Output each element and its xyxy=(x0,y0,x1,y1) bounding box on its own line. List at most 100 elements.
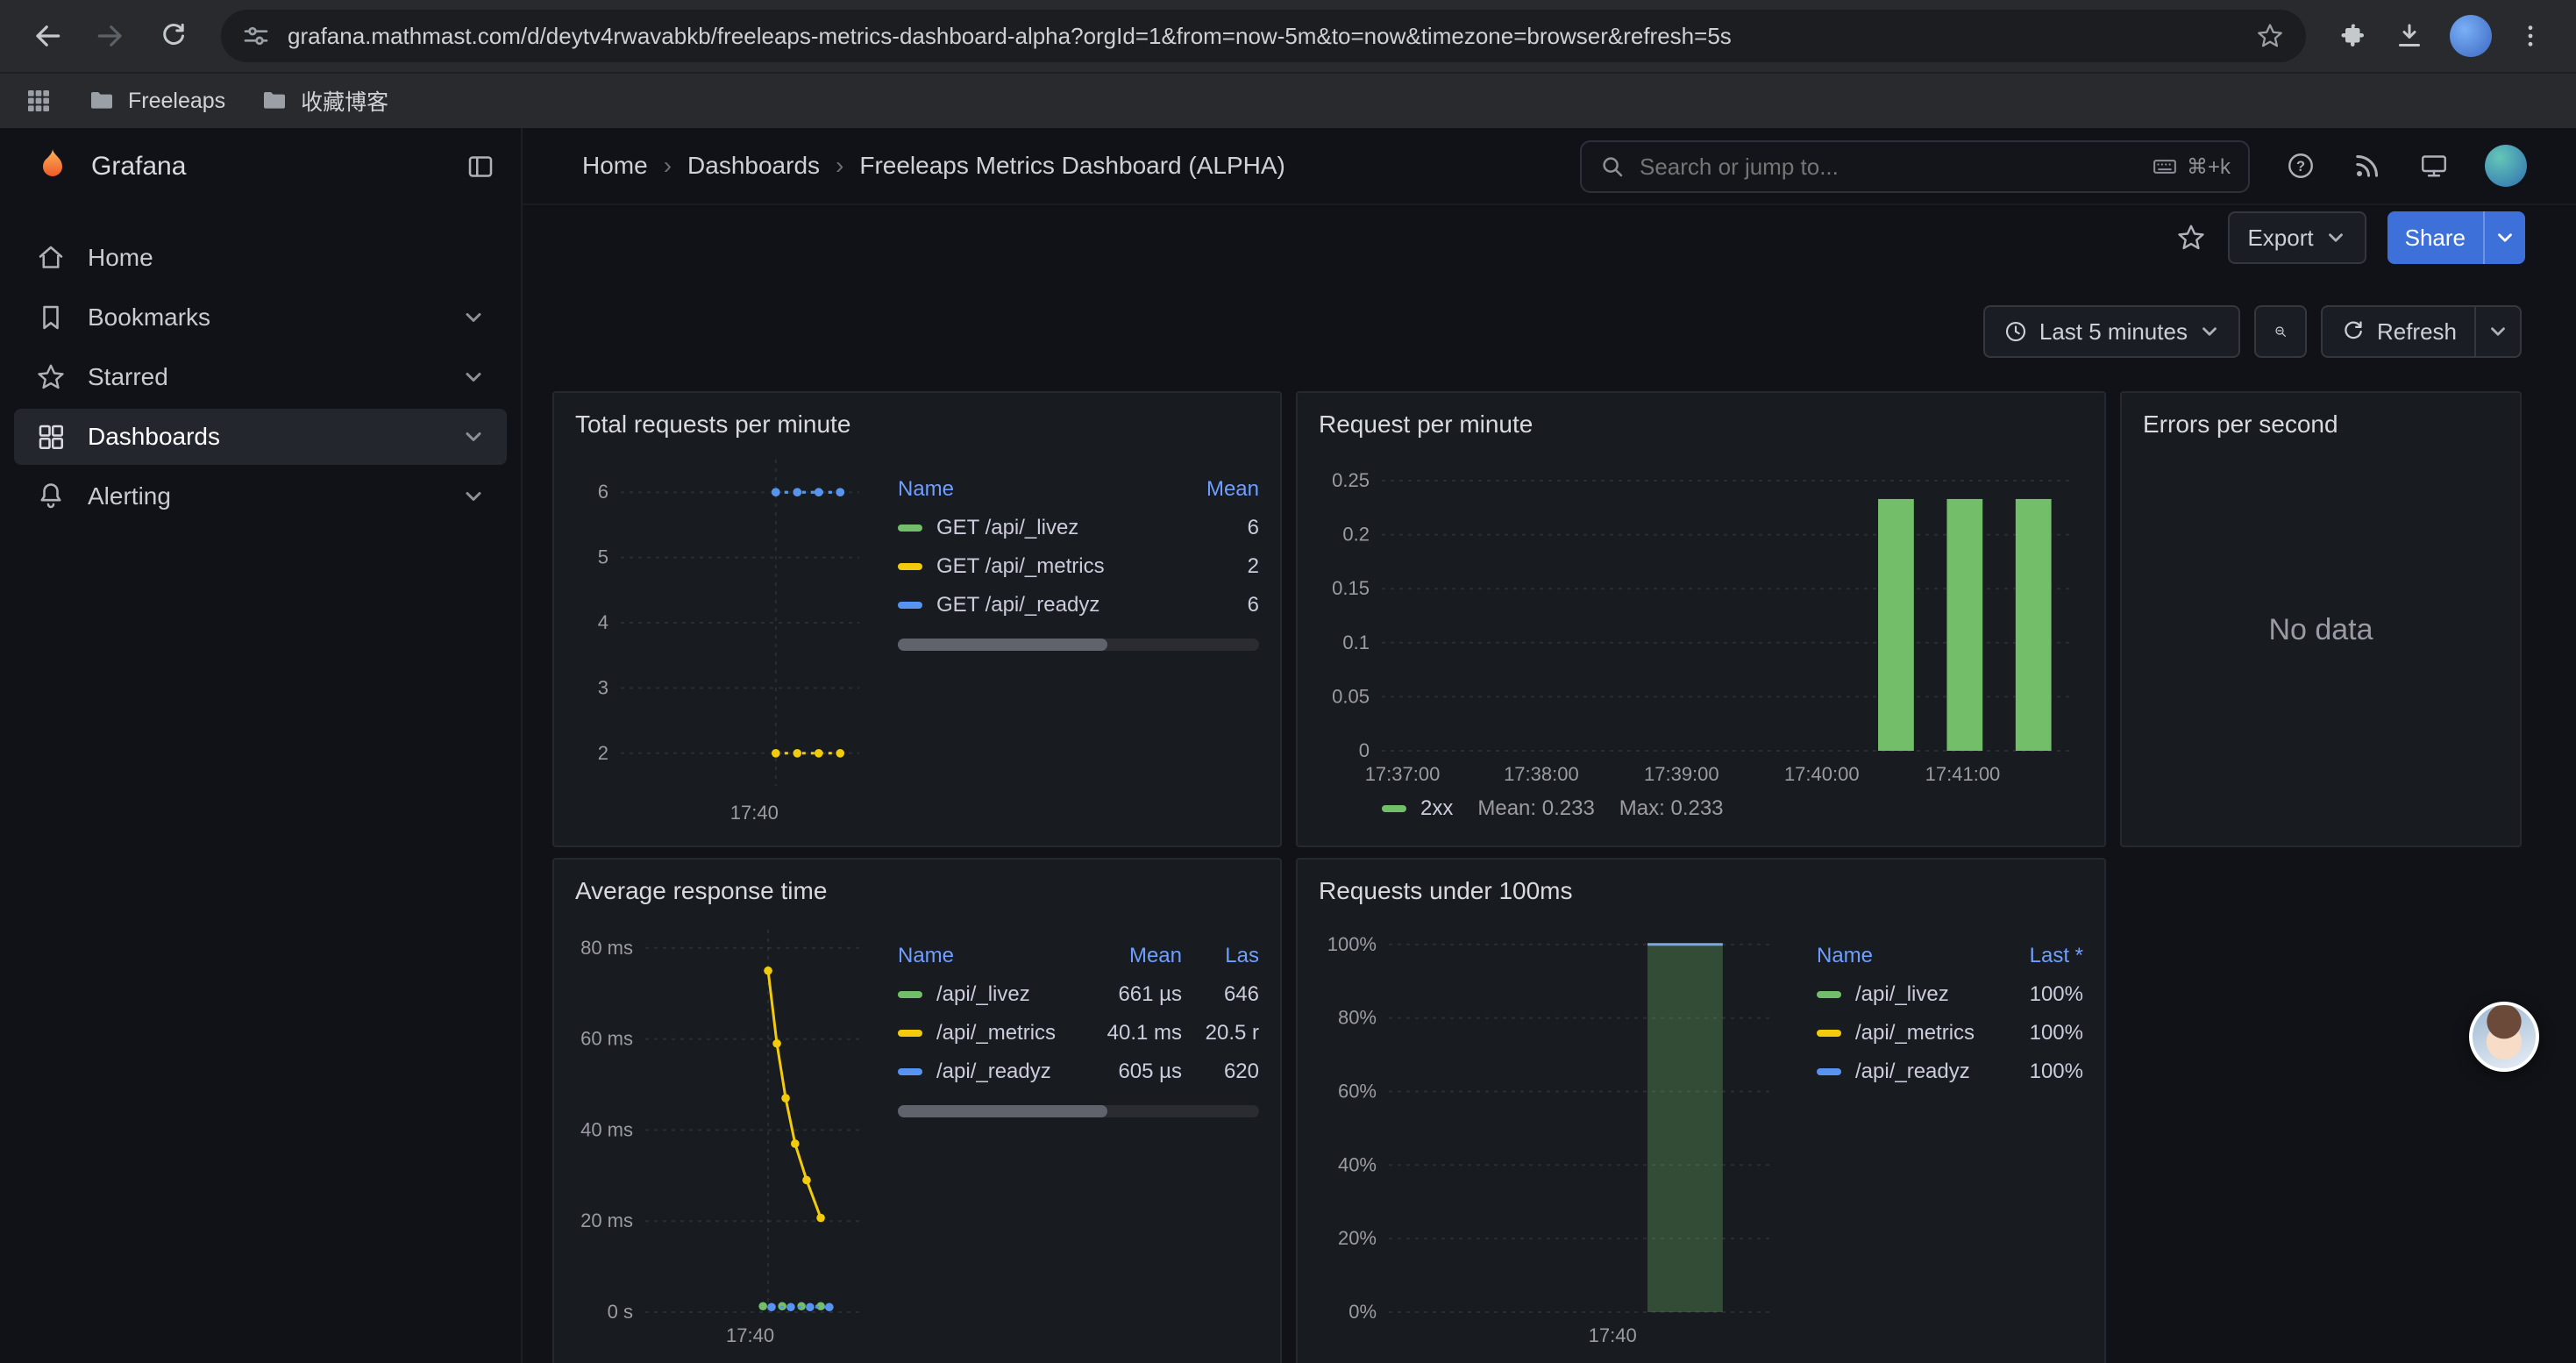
bookmarks-bar: Freeleaps 收藏博客 xyxy=(0,72,2576,128)
refresh-interval-button[interactable] xyxy=(2476,305,2522,358)
sidebar-item-label: Dashboards xyxy=(88,423,220,451)
legend-table: Name Mean Las /api/_livez 661 µs 646 /ap… xyxy=(898,912,1259,1351)
zoom-out-button[interactable] xyxy=(2254,305,2307,358)
bookmark-blog[interactable]: 收藏博客 xyxy=(260,85,388,117)
requests-under-100ms-chart: 100%80%60%40%20%0%17:40 xyxy=(1319,912,1792,1351)
series-swatch xyxy=(1817,1030,1841,1037)
site-settings-icon[interactable] xyxy=(242,22,270,50)
series-name: /api/_readyz xyxy=(1855,1060,1970,1084)
search-input[interactable] xyxy=(1640,153,2138,181)
help-icon[interactable]: ? xyxy=(2285,150,2316,182)
back-button[interactable] xyxy=(18,6,77,66)
share-button[interactable]: Share xyxy=(2387,211,2483,264)
series-swatch xyxy=(1817,1068,1841,1075)
bookmark-star-icon[interactable] xyxy=(2255,21,2285,51)
legend-scrollbar[interactable] xyxy=(898,1105,1259,1117)
series-swatch xyxy=(898,563,922,570)
breadcrumb-dashboards[interactable]: Dashboards xyxy=(687,152,820,180)
news-rss-icon[interactable] xyxy=(2352,150,2383,182)
sidebar-item-alerting[interactable]: Alerting xyxy=(14,468,507,525)
panel-title[interactable]: Total requests per minute xyxy=(575,410,1259,439)
kiosk-monitor-icon[interactable] xyxy=(2418,150,2450,182)
series-name: GET /api/_metrics xyxy=(936,554,1105,579)
svg-text:17:41:00: 17:41:00 xyxy=(1925,763,2001,785)
grafana-logo[interactable] xyxy=(32,146,74,188)
panel-total-requests[interactable]: Total requests per minute 6543217:40 Nam… xyxy=(552,391,1282,847)
svg-text:80 ms: 80 ms xyxy=(580,937,633,959)
svg-text:6: 6 xyxy=(598,481,608,503)
forward-button[interactable] xyxy=(81,6,140,66)
panel-request-per-minute[interactable]: Request per minute 0.250.20.150.10.05017… xyxy=(1296,391,2106,847)
series-max: Max: 0.233 xyxy=(1619,796,1724,821)
series-mean: 2 xyxy=(1196,554,1259,579)
chevron-down-icon[interactable] xyxy=(461,484,486,509)
legend-row: /api/_readyz 605 µs 620 xyxy=(898,1053,1259,1091)
assistant-avatar[interactable] xyxy=(2469,1002,2539,1072)
bookmark-freeleaps[interactable]: Freeleaps xyxy=(88,87,225,115)
series-swatch xyxy=(1382,805,1406,812)
series-last: 100% xyxy=(2006,1060,2083,1084)
bookmark-icon xyxy=(35,302,67,333)
legend-row: /api/_livez 100% xyxy=(1817,975,2083,1014)
sidebar-item-starred[interactable]: Starred xyxy=(14,349,507,405)
svg-text:80%: 80% xyxy=(1338,1007,1377,1029)
user-avatar[interactable] xyxy=(2485,145,2527,187)
chevron-down-icon[interactable] xyxy=(461,425,486,449)
apps-grid-icon[interactable] xyxy=(25,87,53,115)
panel-title[interactable]: Average response time xyxy=(575,877,1259,905)
svg-text:17:39:00: 17:39:00 xyxy=(1644,763,1719,785)
chevron-down-icon[interactable] xyxy=(461,365,486,389)
extensions-icon[interactable] xyxy=(2338,20,2369,52)
scrollbar-thumb[interactable] xyxy=(898,639,1107,651)
legend-series[interactable]: 2xx xyxy=(1382,796,1453,821)
series-swatch xyxy=(898,602,922,609)
sidebar-item-home[interactable]: Home xyxy=(14,230,507,286)
legend-col-name[interactable]: Name xyxy=(898,944,1073,968)
export-button[interactable]: Export xyxy=(2228,211,2366,264)
panel-title[interactable]: Request per minute xyxy=(1319,410,2083,439)
time-range-picker[interactable]: Last 5 minutes xyxy=(1983,305,2240,358)
reload-button[interactable] xyxy=(144,6,203,66)
chevron-down-icon[interactable] xyxy=(461,305,486,330)
legend-col-last[interactable]: Las xyxy=(1192,944,1259,968)
screen: grafana.mathmast.com/d/deytv4rwavabkb/fr… xyxy=(0,0,2576,1363)
legend-col-mean[interactable]: Mean xyxy=(1073,944,1182,968)
series-last: 100% xyxy=(2006,982,2083,1007)
sidebar-nav: Home Bookmarks Starred Dashboards xyxy=(0,205,521,549)
sidebar-item-label: Starred xyxy=(88,363,168,391)
search-input-wrap[interactable]: ⌘+k xyxy=(1580,140,2250,193)
sidebar-item-dashboards[interactable]: Dashboards xyxy=(14,409,507,465)
series-name: /api/_metrics xyxy=(1855,1021,1975,1045)
browser-profile-avatar[interactable] xyxy=(2450,15,2492,57)
legend-scrollbar[interactable] xyxy=(898,639,1259,651)
time-controls: Last 5 minutes Refresh xyxy=(1983,305,2522,358)
browser-menu-icon[interactable] xyxy=(2516,22,2544,50)
sidebar-item-bookmarks[interactable]: Bookmarks xyxy=(14,289,507,346)
legend-col-name[interactable]: Name xyxy=(1817,944,2006,968)
favorite-star-icon[interactable] xyxy=(2175,222,2207,253)
search-shortcut: ⌘+k xyxy=(2152,153,2231,180)
legend-col-name[interactable]: Name xyxy=(898,477,1196,502)
panel-requests-under-100ms[interactable]: Requests under 100ms 100%80%60%40%20%0%1… xyxy=(1296,858,2106,1363)
share-menu-button[interactable] xyxy=(2483,211,2525,264)
downloads-icon[interactable] xyxy=(2394,20,2425,52)
series-swatch xyxy=(898,1030,922,1037)
collapse-sidebar-icon[interactable] xyxy=(465,151,496,182)
panel-average-response-time[interactable]: Average response time 80 ms60 ms40 ms20 … xyxy=(552,858,1282,1363)
panel-title[interactable]: Errors per second xyxy=(2143,410,2499,439)
series-last: 620 xyxy=(1192,1060,1259,1084)
legend-row: GET /api/_metrics 2 xyxy=(898,547,1259,586)
line-chart: 6543217:40 xyxy=(575,446,873,828)
legend-col-last[interactable]: Last * xyxy=(2006,944,2083,968)
legend-col-mean[interactable]: Mean xyxy=(1196,477,1259,502)
refresh-button[interactable]: Refresh xyxy=(2321,305,2476,358)
panel-errors-per-second[interactable]: Errors per second No data xyxy=(2120,391,2522,847)
breadcrumb-separator: › xyxy=(664,152,672,180)
legend-row: GET /api/_readyz 6 xyxy=(898,586,1259,624)
url-bar[interactable]: grafana.mathmast.com/d/deytv4rwavabkb/fr… xyxy=(221,10,2306,62)
breadcrumb-home[interactable]: Home xyxy=(582,152,648,180)
scrollbar-thumb[interactable] xyxy=(898,1105,1107,1117)
panel-title[interactable]: Requests under 100ms xyxy=(1319,877,2083,905)
dashboard-actions: Export Share xyxy=(523,205,2576,270)
series-swatch xyxy=(1817,991,1841,998)
